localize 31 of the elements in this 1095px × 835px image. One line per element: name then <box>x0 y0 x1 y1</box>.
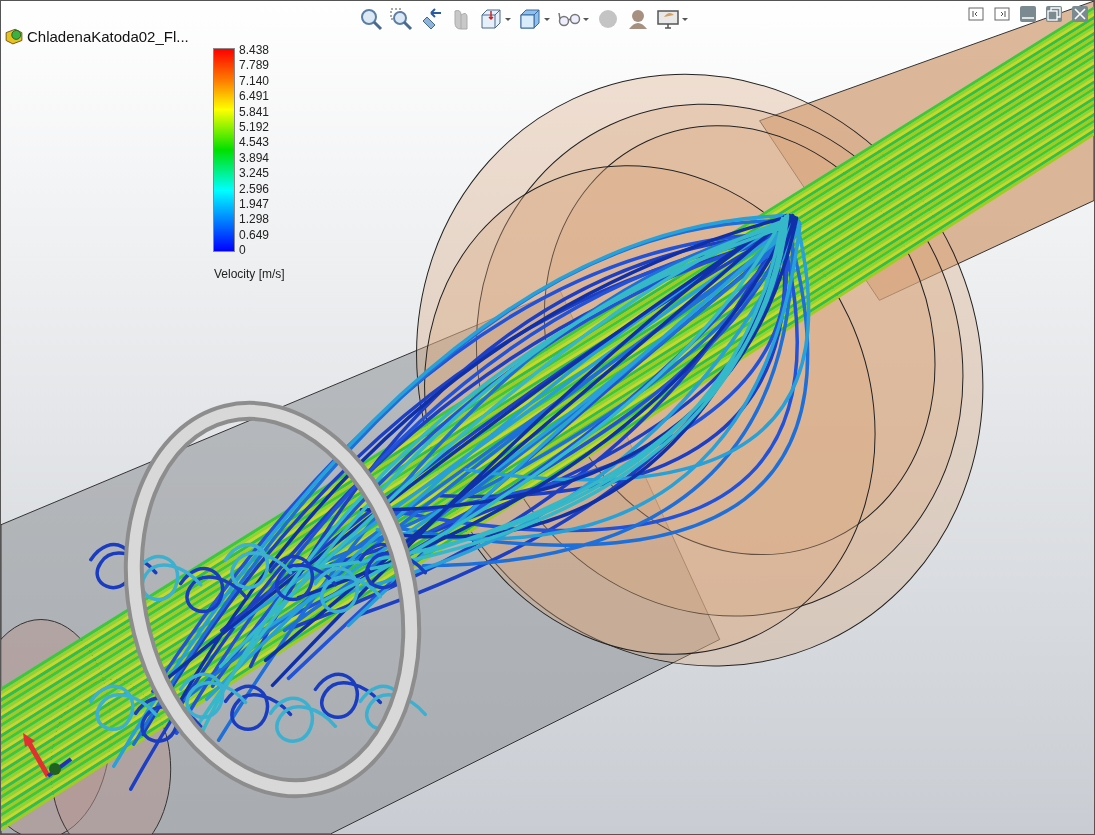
caret-icon[interactable] <box>582 15 590 23</box>
legend-title: Velocity [m/s] <box>214 266 285 281</box>
caret-icon[interactable] <box>681 15 689 23</box>
monitor-icon[interactable] <box>656 7 680 31</box>
caret-icon[interactable] <box>543 15 551 23</box>
scale-value: 5.192 <box>239 120 270 136</box>
scale-value: 3.245 <box>239 166 270 182</box>
view-orientation-icon[interactable] <box>479 7 503 31</box>
tile-left-icon[interactable] <box>968 6 984 22</box>
scale-value: 0 <box>239 243 247 259</box>
zoom-to-fit-icon[interactable] <box>359 7 383 31</box>
close-icon[interactable] <box>1072 6 1088 22</box>
cube-icon[interactable] <box>518 7 542 31</box>
restore-icon[interactable] <box>1046 6 1062 22</box>
scene-icon[interactable] <box>626 7 650 31</box>
minimize-icon[interactable] <box>1020 6 1036 22</box>
part-icon <box>5 27 23 45</box>
zoom-area-icon[interactable] <box>389 7 413 31</box>
tile-right-icon[interactable] <box>994 6 1010 22</box>
scale-value: 6.491 <box>239 89 270 105</box>
caret-icon[interactable] <box>504 15 512 23</box>
scale-value: 1.298 <box>239 212 270 228</box>
scale-value: 0.649 <box>239 227 270 244</box>
scale-value: 1.947 <box>239 197 270 213</box>
scale-value: 4.543 <box>239 135 270 151</box>
scale-value: 2.596 <box>239 181 270 198</box>
scale-value: 5.841 <box>239 104 270 121</box>
scale-value: 8.438 <box>239 43 270 59</box>
scale-value: 7.789 <box>239 58 270 74</box>
scale-value: 3.894 <box>239 150 270 167</box>
scale-value: 7.140 <box>239 73 270 90</box>
